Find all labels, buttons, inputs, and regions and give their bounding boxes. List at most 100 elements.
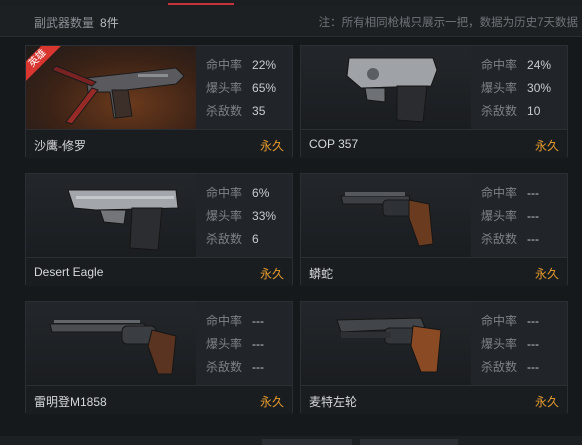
headshot-rate-value: ---	[527, 209, 540, 223]
kill-count-value: ---	[527, 360, 540, 374]
permanent-status: 永久	[259, 267, 284, 281]
kill-count-label: 杀敌数	[206, 104, 243, 118]
kill-count-label: 杀敌数	[481, 232, 518, 246]
weapon-name: 麦特左轮	[309, 395, 358, 409]
headshot-rate-label: 爆头率	[206, 81, 243, 95]
bottom-bar	[0, 436, 582, 445]
weapon-stats: 命中率 --- 爆头率 --- 杀敌数 ---	[471, 174, 567, 257]
data-note: 注：所有相同枪械只展示一把，数据为历史7天数据	[318, 17, 578, 29]
headshot-rate: 爆头率 ---	[206, 335, 264, 352]
kill-count: 杀敌数 35	[206, 102, 265, 119]
headshot-rate-value: ---	[527, 337, 540, 351]
kill-count: 杀敌数 6	[206, 230, 259, 247]
python-revolver-icon	[340, 192, 434, 247]
kill-count-label: 杀敌数	[481, 360, 518, 374]
weapon-footer: 沙鹰-修罗 永久	[26, 129, 292, 158]
weapon-stats: 命中率 24% 爆头率 30% 杀敌数 10	[471, 46, 567, 129]
hit-rate-value: ---	[527, 186, 540, 200]
weapon-footer: 蟒蛇 永久	[301, 257, 567, 286]
weapon-image	[26, 174, 196, 257]
hit-rate: 命中率 6%	[206, 184, 269, 201]
weapon-card[interactable]: 命中率 --- 爆头率 --- 杀敌数 --- 麦特左轮 永久	[300, 301, 568, 414]
weapon-name: 蟒蛇	[309, 267, 334, 281]
hit-rate: 命中率 24%	[481, 56, 551, 73]
weapon-image	[301, 174, 471, 257]
kill-count: 杀敌数 ---	[481, 230, 539, 247]
cop-357-pistol-icon	[346, 57, 438, 123]
kill-count: 杀敌数 10	[481, 102, 540, 119]
weapon-footer: 雷明登M1858 永久	[26, 385, 292, 414]
weapon-card[interactable]: 命中率 --- 爆头率 --- 杀敌数 --- 蟒蛇 永久	[300, 173, 568, 286]
hit-rate-value: 6%	[252, 186, 270, 200]
hit-rate: 命中率 ---	[481, 184, 539, 201]
weapon-stats: 命中率 --- 爆头率 --- 杀敌数 ---	[471, 302, 567, 385]
hit-rate: 命中率 ---	[481, 312, 539, 329]
hit-rate-label: 命中率	[481, 58, 518, 72]
weapon-footer: COP 357 永久	[301, 129, 567, 158]
headshot-rate-value: 30%	[527, 81, 552, 95]
kill-count-label: 杀敌数	[206, 360, 243, 374]
bottom-button-left[interactable]	[262, 439, 352, 445]
permanent-status: 永久	[259, 139, 284, 153]
headshot-rate-label: 爆头率	[481, 337, 518, 351]
hit-rate-value: ---	[252, 314, 265, 328]
hit-rate-value: 24%	[527, 58, 552, 72]
weapon-stats: 命中率 22% 爆头率 65% 杀敌数 35	[196, 46, 292, 129]
headshot-rate-label: 爆头率	[206, 209, 243, 223]
hit-rate-label: 命中率	[206, 314, 243, 328]
weapon-stats: 命中率 --- 爆头率 --- 杀敌数 ---	[196, 302, 292, 385]
bottom-button-right[interactable]	[360, 439, 458, 445]
hit-rate: 命中率 22%	[206, 56, 276, 73]
weapon-image	[301, 46, 471, 129]
weapon-name: Desert Eagle	[34, 265, 104, 279]
weapon-image: 英雄	[26, 46, 196, 129]
headshot-rate-value: ---	[252, 337, 265, 351]
hit-rate-label: 命中率	[481, 314, 518, 328]
weapon-footer: Desert Eagle 永久	[26, 257, 292, 286]
weapon-stats: 命中率 6% 爆头率 33% 杀敌数 6	[196, 174, 292, 257]
headshot-rate: 爆头率 30%	[481, 79, 551, 96]
weapon-image	[301, 302, 471, 385]
weapon-name: 雷明登M1858	[34, 395, 107, 409]
kill-count-label: 杀敌数	[206, 232, 243, 246]
hit-rate-value: ---	[527, 314, 540, 328]
secondary-weapons-header: 副武器数量 8件 注：所有相同枪械只展示一把，数据为历史7天数据	[0, 6, 582, 37]
weapon-card[interactable]: 命中率 --- 爆头率 --- 杀敌数 --- 雷明登M1858 永久	[25, 301, 293, 414]
hit-rate-value: 22%	[252, 58, 277, 72]
weapon-card[interactable]: 英雄 命中率 22% 爆头率 65% 杀敌数 35 沙鹰-修罗 永久	[25, 45, 293, 158]
weapon-name: COP 357	[309, 137, 359, 151]
headshot-rate-value: 65%	[252, 81, 277, 95]
weapon-count-label: 副武器数量	[34, 16, 95, 30]
mateba-revolver-icon	[336, 317, 442, 373]
weapon-card[interactable]: 命中率 24% 爆头率 30% 杀敌数 10 COP 357 永久	[300, 45, 568, 158]
weapon-count-value: 8件	[100, 16, 119, 30]
kill-count-value: 10	[527, 104, 541, 118]
desert-eagle-pistol-icon	[67, 189, 179, 251]
weapon-image	[26, 302, 196, 385]
weapon-count: 副武器数量 8件	[34, 14, 119, 31]
weapon-name: 沙鹰-修罗	[34, 139, 86, 153]
headshot-rate: 爆头率 ---	[481, 207, 539, 224]
headshot-rate: 爆头率 ---	[481, 335, 539, 352]
kill-count-value: 6	[252, 232, 259, 246]
weapon-card[interactable]: 命中率 6% 爆头率 33% 杀敌数 6 Desert Eagle 永久	[25, 173, 293, 286]
kill-count-value: ---	[527, 232, 540, 246]
hit-rate: 命中率 ---	[206, 312, 264, 329]
hit-rate-label: 命中率	[206, 186, 243, 200]
headshot-rate: 爆头率 33%	[206, 207, 276, 224]
kill-count-label: 杀敌数	[481, 104, 518, 118]
hit-rate-label: 命中率	[206, 58, 243, 72]
remington-1858-revolver-icon	[49, 320, 177, 375]
headshot-rate-label: 爆头率	[481, 209, 518, 223]
hit-rate-label: 命中率	[481, 186, 518, 200]
weapon-footer: 麦特左轮 永久	[301, 385, 567, 414]
desert-eagle-shura-pistol-icon	[51, 65, 185, 125]
kill-count: 杀敌数 ---	[481, 358, 539, 375]
headshot-rate: 爆头率 65%	[206, 79, 276, 96]
permanent-status: 永久	[534, 267, 559, 281]
headshot-rate-label: 爆头率	[206, 337, 243, 351]
kill-count-value: 35	[252, 104, 266, 118]
permanent-status: 永久	[534, 395, 559, 409]
headshot-rate-label: 爆头率	[481, 81, 518, 95]
headshot-rate-value: 33%	[252, 209, 277, 223]
